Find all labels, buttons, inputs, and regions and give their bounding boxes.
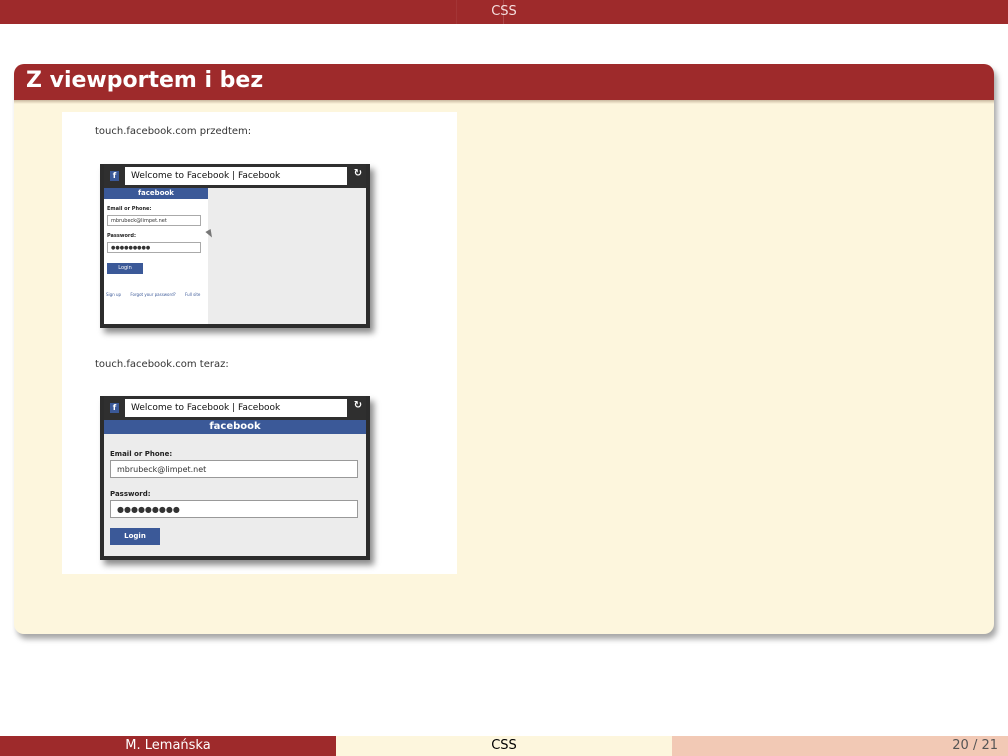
old-phone-mockup: f Welcome to Facebook | Facebook ↻ faceb… — [100, 164, 370, 328]
footer-page-number: 20 / 21 — [672, 736, 1008, 756]
frame-title: Z viewportem i bez — [26, 68, 264, 93]
url-title-box: Welcome to Facebook | Facebook — [125, 167, 347, 185]
new-phone-mockup: f Welcome to Facebook | Facebook ↻ faceb… — [100, 396, 370, 560]
reload-icon: ↻ — [353, 168, 363, 179]
password-field: ●●●●●●●●● — [107, 242, 201, 253]
caption-before: touch.facebook.com przedtem: — [95, 126, 252, 137]
sign-up-link: Sign up — [106, 292, 122, 297]
old-login-page: facebook Email or Phone: mbrubeck@limpet… — [104, 188, 208, 324]
email-field: mbrubeck@limpet.net — [107, 215, 201, 226]
email-field: mbrubeck@limpet.net — [110, 460, 358, 478]
facebook-brand-bar: facebook — [104, 420, 366, 434]
login-button: Login — [110, 528, 160, 545]
footer-title: CSS — [336, 736, 672, 756]
frame-title-bar: Z viewportem i bez — [14, 64, 994, 104]
new-login-page: facebook Email or Phone: mbrubeck@limpet… — [104, 420, 366, 556]
facebook-icon: f — [110, 403, 119, 413]
caption-after: touch.facebook.com teraz: — [95, 359, 229, 370]
header-section-label[interactable]: CSS — [0, 4, 1008, 19]
password-label: Password: — [107, 233, 136, 239]
url-title-box: Welcome to Facebook | Facebook — [125, 399, 347, 417]
email-label: Email or Phone: — [110, 450, 173, 458]
login-button: Login — [107, 263, 143, 274]
facebook-brand-bar: facebook — [104, 188, 208, 199]
full-site-link: Full site — [185, 292, 201, 297]
email-label: Email or Phone: — [107, 206, 152, 212]
login-links: Sign up Forgot your password? Full site — [106, 292, 208, 297]
facebook-icon: f — [110, 171, 119, 181]
title-shadow — [14, 100, 994, 104]
footer-bar: M. Lemańska CSS 20 / 21 — [0, 736, 1008, 756]
page-number-text: 20 / 21 — [952, 738, 998, 753]
browser-toolbar: f Welcome to Facebook | Facebook ↻ — [104, 396, 366, 420]
header-bar: CSS — [0, 0, 1008, 24]
browser-toolbar: f Welcome to Facebook | Facebook ↻ — [104, 164, 366, 188]
forgot-password-link: Forgot your password? — [130, 292, 176, 297]
password-field: ●●●●●●●●● — [110, 500, 358, 518]
screenshot-image: touch.facebook.com przedtem: f Welcome t… — [62, 112, 457, 574]
footer-author: M. Lemańska — [0, 736, 336, 756]
password-label: Password: — [110, 490, 151, 498]
reload-icon: ↻ — [353, 400, 363, 411]
